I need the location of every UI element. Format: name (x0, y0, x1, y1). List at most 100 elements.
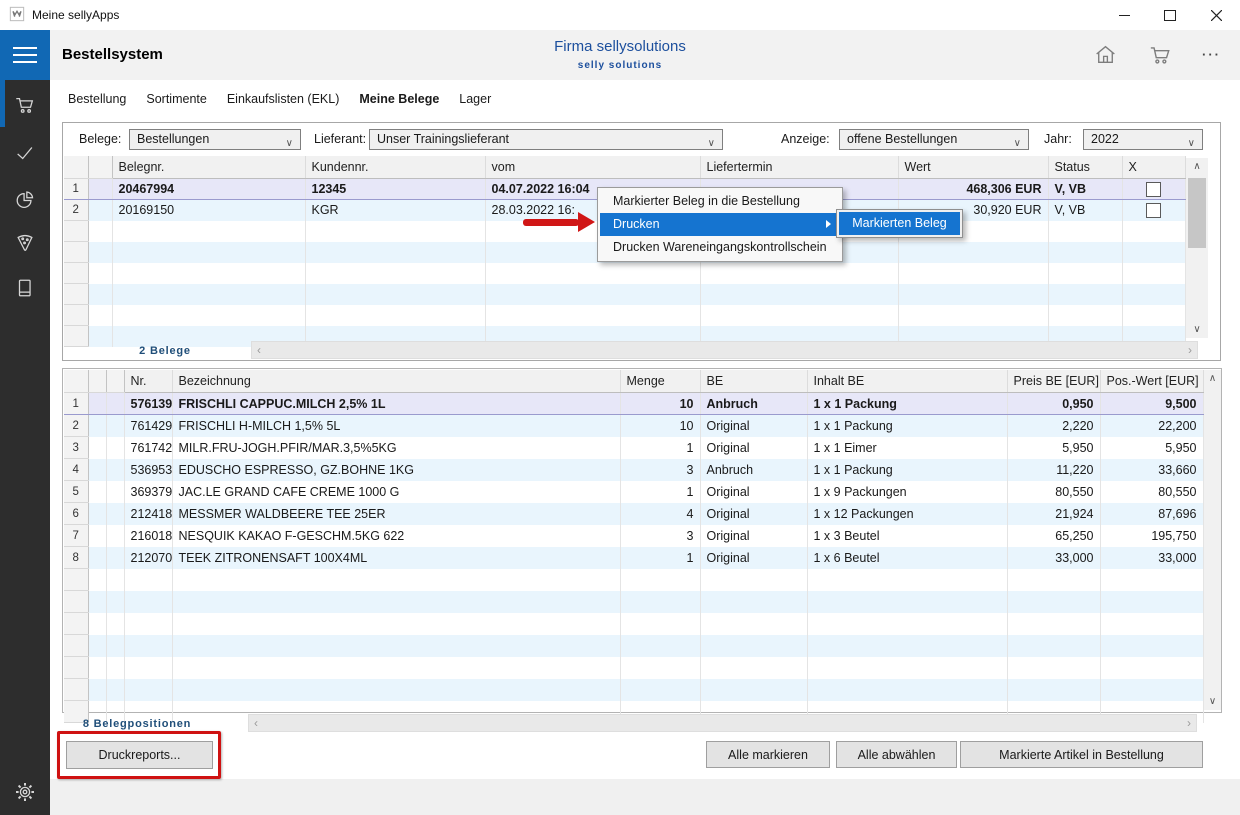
scroll-right-icon[interactable]: › (1187, 716, 1191, 731)
alle-markieren-button[interactable]: Alle markieren (706, 741, 830, 768)
scroll-left-icon[interactable]: ‹ (254, 716, 258, 731)
col-inhalt-be[interactable]: Inhalt BE (807, 370, 1007, 393)
empty-row (64, 679, 1203, 701)
empty-row (64, 569, 1203, 591)
active-nav-indicator (0, 80, 5, 127)
minimize-button[interactable] (1101, 0, 1147, 30)
position-row-2[interactable]: 2 761429 FRISCHLI H-MILCH 1,5% 5L 10 Ori… (64, 415, 1203, 437)
header-cart-button[interactable] (1146, 42, 1173, 73)
lieferant-label: Lieferant: (314, 132, 366, 146)
sidebar-item-sortiment[interactable] (14, 231, 36, 253)
chevron-down-icon: ∨ (286, 134, 293, 150)
orders-vertical-scrollbar[interactable]: ∧ ∨ (1186, 158, 1208, 338)
home-button[interactable] (1093, 42, 1118, 72)
empty-row (64, 657, 1203, 679)
anzeige-label: Anzeige: (781, 132, 830, 146)
chevron-down-icon: ∨ (1014, 134, 1021, 150)
col-nr[interactable]: Nr. (124, 370, 172, 393)
position-row-6[interactable]: 6 212418 MESSMER WALDBEERE TEE 25ER 4 Or… (64, 503, 1203, 525)
submenu-item-markierten-beleg[interactable]: Markierten Beleg (839, 212, 960, 235)
belege-select[interactable]: Bestellungen ∨ (129, 129, 301, 150)
menu-item-drucken-wareneingang[interactable]: Drucken Wareneingangskontrollschein (600, 236, 840, 259)
maximize-button[interactable] (1147, 0, 1193, 30)
sidebar-item-statistik[interactable] (14, 189, 36, 211)
tab-einkaufslisten[interactable]: Einkaufslisten (EKL) (227, 92, 340, 106)
position-row-3[interactable]: 3 761742 MILR.FRU-JOGH.PFIR/MAR.3,5%5KG … (64, 437, 1203, 459)
position-row-5[interactable]: 5 369379 JAC.LE GRAND CAFE CREME 1000 G … (64, 481, 1203, 503)
orders-horizontal-scrollbar[interactable]: ‹ › (251, 341, 1198, 359)
col-be[interactable]: BE (700, 370, 807, 393)
title-bar: Meine sellyApps (0, 0, 1240, 30)
menu-icon[interactable] (0, 30, 50, 80)
tab-bar: Bestellung Sortimente Einkaufslisten (EK… (68, 92, 491, 106)
positions-table: Nr. Bezeichnung Menge BE Inhalt BE Preis… (64, 370, 1204, 723)
col-preis-be[interactable]: Preis BE [EUR] (1007, 370, 1100, 393)
col-pos-wert[interactable]: Pos.-Wert [EUR] (1100, 370, 1203, 393)
col-status[interactable]: Status (1048, 156, 1122, 179)
menu-item-markierter-beleg[interactable]: Markierter Beleg in die Bestellung (600, 190, 840, 213)
positions-count: 8 Belegpositionen (62, 718, 212, 730)
row-checkbox[interactable] (1146, 203, 1161, 218)
tab-bestellung[interactable]: Bestellung (68, 92, 126, 106)
alle-abwaehlen-button[interactable]: Alle abwählen (836, 741, 957, 768)
position-row-8[interactable]: 8 212070 TEEK ZITRONENSAFT 100X4ML 1 Ori… (64, 547, 1203, 569)
col-x[interactable]: X (1122, 156, 1185, 179)
menu-item-drucken[interactable]: Drucken (600, 213, 840, 236)
lieferant-select[interactable]: Unser Trainingslieferant ∨ (369, 129, 723, 150)
scroll-down-icon[interactable]: ∨ (1186, 321, 1208, 338)
gear-icon (14, 790, 36, 807)
footer-strip (50, 779, 1240, 815)
close-button[interactable] (1193, 0, 1239, 30)
markierte-artikel-button[interactable]: Markierte Artikel in Bestellung (960, 741, 1203, 768)
scroll-up-icon[interactable]: ∧ (1186, 158, 1208, 175)
sidebar-item-katalog[interactable] (14, 277, 36, 299)
jahr-select-value: 2022 (1091, 132, 1119, 146)
position-row-1[interactable]: 1 5761394 FRISCHLI CAPPUC.MILCH 2,5% 1L … (64, 393, 1203, 415)
chevron-down-icon: ∨ (1188, 134, 1195, 150)
col-vom[interactable]: vom (485, 156, 700, 179)
tab-lager[interactable]: Lager (459, 92, 491, 106)
app-icon (9, 6, 25, 27)
scrollbar-thumb[interactable] (1188, 178, 1206, 248)
empty-row (64, 305, 1185, 326)
scroll-up-icon[interactable]: ∧ (1204, 370, 1221, 387)
scroll-left-icon[interactable]: ‹ (257, 343, 261, 358)
page-title: Bestellsystem (62, 46, 163, 63)
annotation-arrow (523, 219, 579, 226)
belege-label: Belege: (79, 132, 121, 146)
col-bezeichnung[interactable]: Bezeichnung (172, 370, 620, 393)
pie-chart-icon (14, 198, 36, 215)
col-kundennr[interactable]: Kundennr. (305, 156, 485, 179)
settings-button[interactable] (14, 781, 36, 803)
positions-header-row: Nr. Bezeichnung Menge BE Inhalt BE Preis… (64, 370, 1203, 393)
col-wert[interactable]: Wert (898, 156, 1048, 179)
more-icon[interactable]: ··· (1202, 47, 1221, 62)
empty-row (64, 635, 1203, 657)
scroll-down-icon[interactable]: ∨ (1204, 693, 1221, 710)
empty-row (64, 613, 1203, 635)
positions-vertical-scrollbar[interactable]: ∧ ∨ (1204, 370, 1221, 710)
belege-select-value: Bestellungen (137, 132, 209, 146)
tab-meine-belege[interactable]: Meine Belege (359, 92, 439, 106)
position-row-7[interactable]: 7 216018 NESQUIK KAKAO F-GESCHM.5KG 622 … (64, 525, 1203, 547)
sidebar-item-bestellung[interactable] (14, 94, 36, 116)
col-belegnr[interactable]: Belegnr. (112, 156, 305, 179)
tab-sortimente[interactable]: Sortimente (146, 92, 206, 106)
empty-row (64, 591, 1203, 613)
positions-horizontal-scrollbar[interactable]: ‹ › (248, 714, 1197, 732)
sidebar-item-bestaetigen[interactable] (14, 142, 36, 164)
anzeige-select-value: offene Bestellungen (847, 132, 957, 146)
jahr-select[interactable]: 2022 ∨ (1083, 129, 1203, 150)
row-checkbox[interactable] (1146, 182, 1161, 197)
col-menge[interactable]: Menge (620, 370, 700, 393)
position-row-4[interactable]: 4 5369532 EDUSCHO ESPRESSO, GZ.BOHNE 1KG… (64, 459, 1203, 481)
app-window: Meine sellyApps Bestellsystem Firma s (0, 0, 1240, 815)
book-icon (14, 286, 36, 303)
empty-row (64, 263, 1185, 284)
scroll-right-icon[interactable]: › (1188, 343, 1192, 358)
col-liefertermin[interactable]: Liefertermin (700, 156, 898, 179)
pizza-icon (14, 240, 36, 257)
context-submenu: Markierten Beleg (836, 209, 963, 238)
anzeige-select[interactable]: offene Bestellungen ∨ (839, 129, 1029, 150)
check-icon (14, 151, 36, 168)
